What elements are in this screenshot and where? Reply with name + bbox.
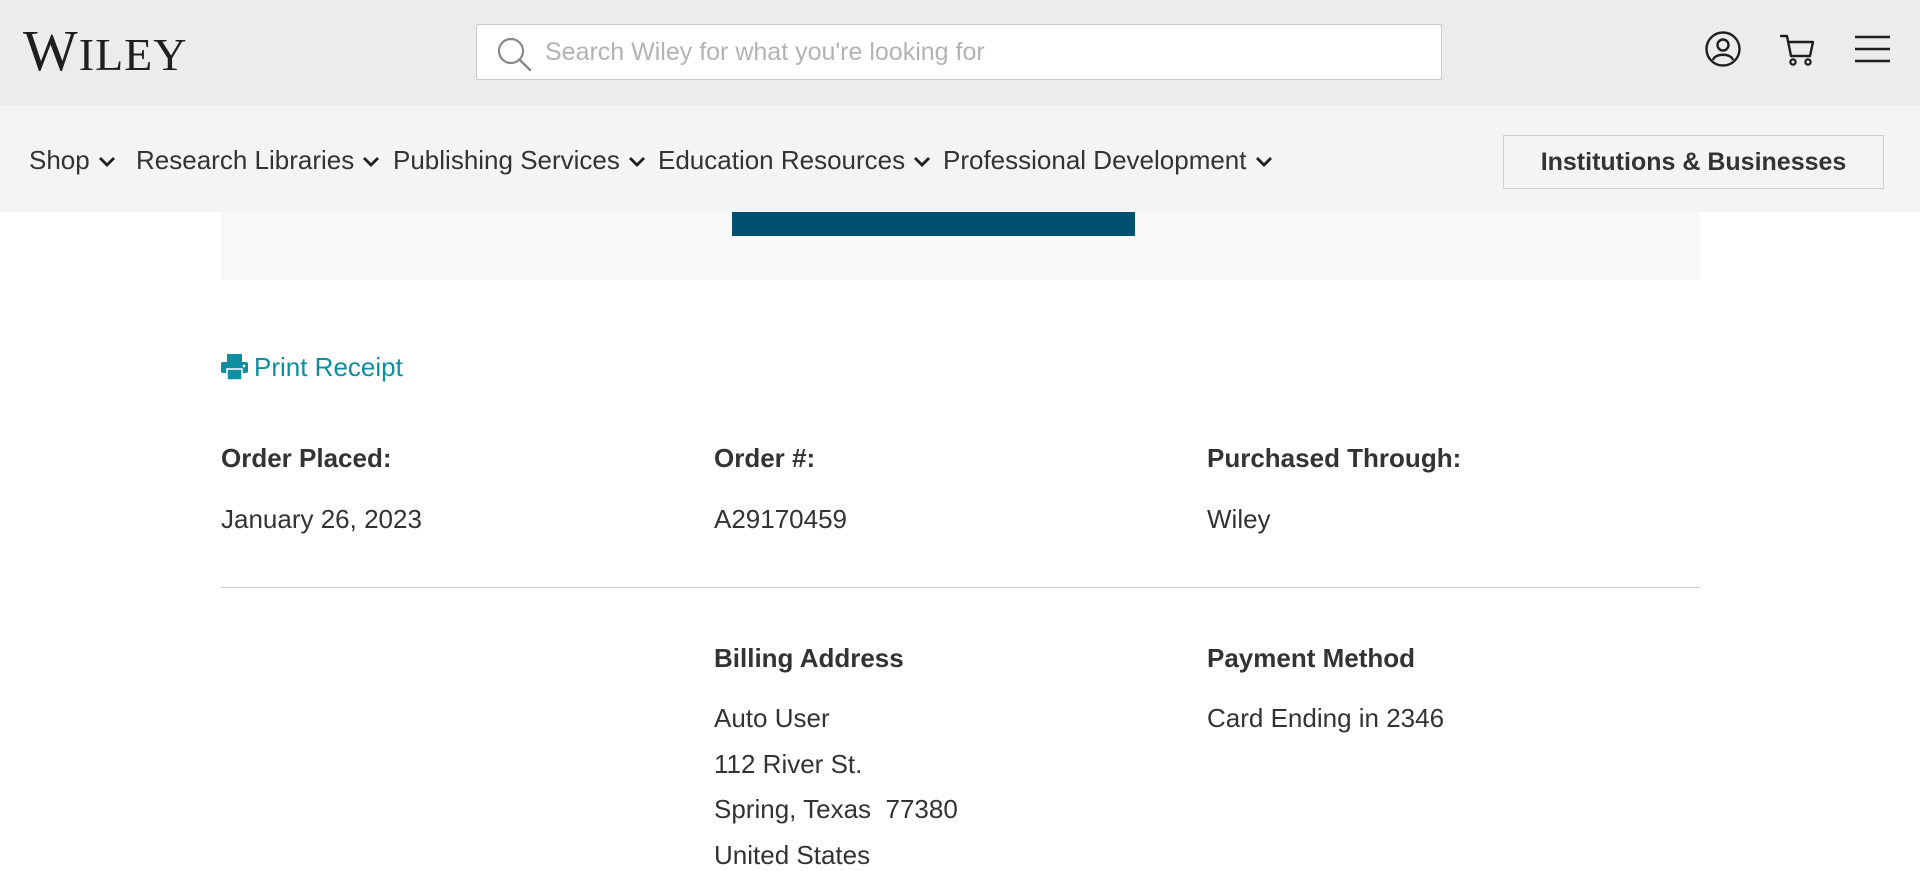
print-receipt-link[interactable]: Print Receipt (220, 350, 403, 384)
order-placed-label: Order Placed: (221, 443, 392, 473)
institutions-businesses-button[interactable]: Institutions & Businesses (1503, 135, 1884, 189)
order-number-label: Order #: (714, 443, 816, 473)
nav-item-label: Education Resources (658, 144, 906, 175)
search-icon[interactable] (496, 36, 532, 72)
cart-icon[interactable] (1778, 29, 1818, 69)
purchased-through-label: Purchased Through: (1207, 443, 1462, 473)
chevron-down-icon (1255, 157, 1272, 167)
printer-icon (221, 354, 248, 381)
chevron-down-icon (363, 157, 380, 167)
nav-item-shop[interactable]: Shop (29, 143, 116, 177)
billing-address-line: Spring, Texas 77380 (714, 794, 958, 824)
main-nav: Shop Research Libraries Publishing Servi… (0, 105, 1920, 212)
nav-item-professional-development[interactable]: Professional Development (943, 143, 1273, 177)
search-box (476, 24, 1442, 80)
account-icon[interactable] (1703, 29, 1743, 69)
billing-address-line: United States (714, 840, 871, 870)
wiley-logo[interactable]: WILEY (23, 22, 188, 80)
chevron-down-icon (914, 157, 931, 167)
payment-method-label: Payment Method (1207, 643, 1416, 673)
chevron-down-icon (628, 157, 645, 167)
chevron-down-icon (98, 157, 115, 167)
nav-item-education-resources[interactable]: Education Resources (658, 143, 931, 177)
nav-item-label: Research Libraries (136, 144, 355, 175)
billing-address-line: 112 River St. (714, 749, 863, 779)
search-input[interactable] (545, 25, 1425, 79)
order-placed-value: January 26, 2023 (221, 504, 422, 534)
nav-item-label: Shop (29, 144, 90, 175)
top-header: WILEY (0, 0, 1920, 105)
logo-text: ILEY (78, 29, 188, 80)
purchased-through-value: Wiley (1207, 504, 1271, 534)
section-divider (221, 587, 1700, 588)
nav-item-label: Publishing Services (393, 144, 620, 175)
nav-item-label: Professional Development (943, 144, 1247, 175)
primary-action-button[interactable] (732, 212, 1135, 236)
order-number-value: A29170459 (714, 504, 848, 534)
nav-item-publishing-services[interactable]: Publishing Services (393, 143, 646, 177)
print-receipt-label: Print Receipt (254, 351, 403, 382)
logo-initial: W (23, 18, 79, 83)
billing-address-label: Billing Address (714, 643, 904, 673)
billing-address-line: Auto User (714, 703, 830, 733)
payment-method-value: Card Ending in 2346 (1207, 703, 1445, 733)
nav-item-research-libraries[interactable]: Research Libraries (136, 143, 380, 177)
menu-icon[interactable] (1852, 29, 1892, 69)
